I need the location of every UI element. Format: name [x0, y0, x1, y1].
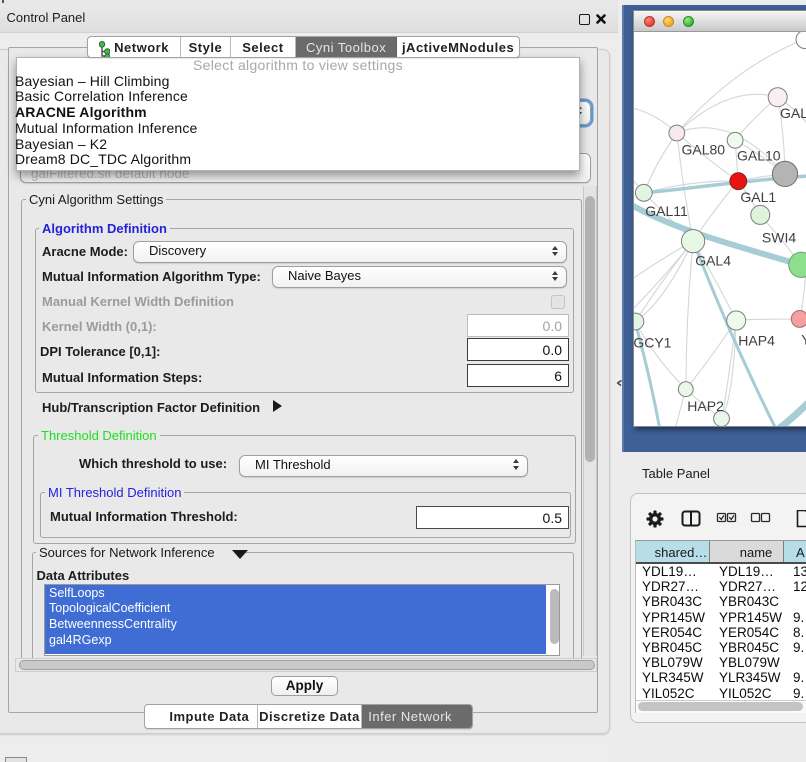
svg-text:GCY1: GCY1 [634, 335, 672, 351]
svg-text:GAL: GAL [780, 105, 806, 121]
svg-text:GAL10: GAL10 [737, 148, 781, 164]
svg-text:GAL11: GAL11 [645, 203, 688, 219]
svg-text:HAP2: HAP2 [687, 398, 724, 414]
svg-text:HAP4: HAP4 [738, 333, 775, 349]
svg-text:Y: Y [801, 332, 806, 348]
svg-text:GAL1: GAL1 [740, 189, 776, 205]
svg-text:GAL80: GAL80 [682, 142, 726, 158]
svg-text:SWI4: SWI4 [762, 230, 796, 246]
svg-text:GAL4: GAL4 [695, 253, 731, 269]
